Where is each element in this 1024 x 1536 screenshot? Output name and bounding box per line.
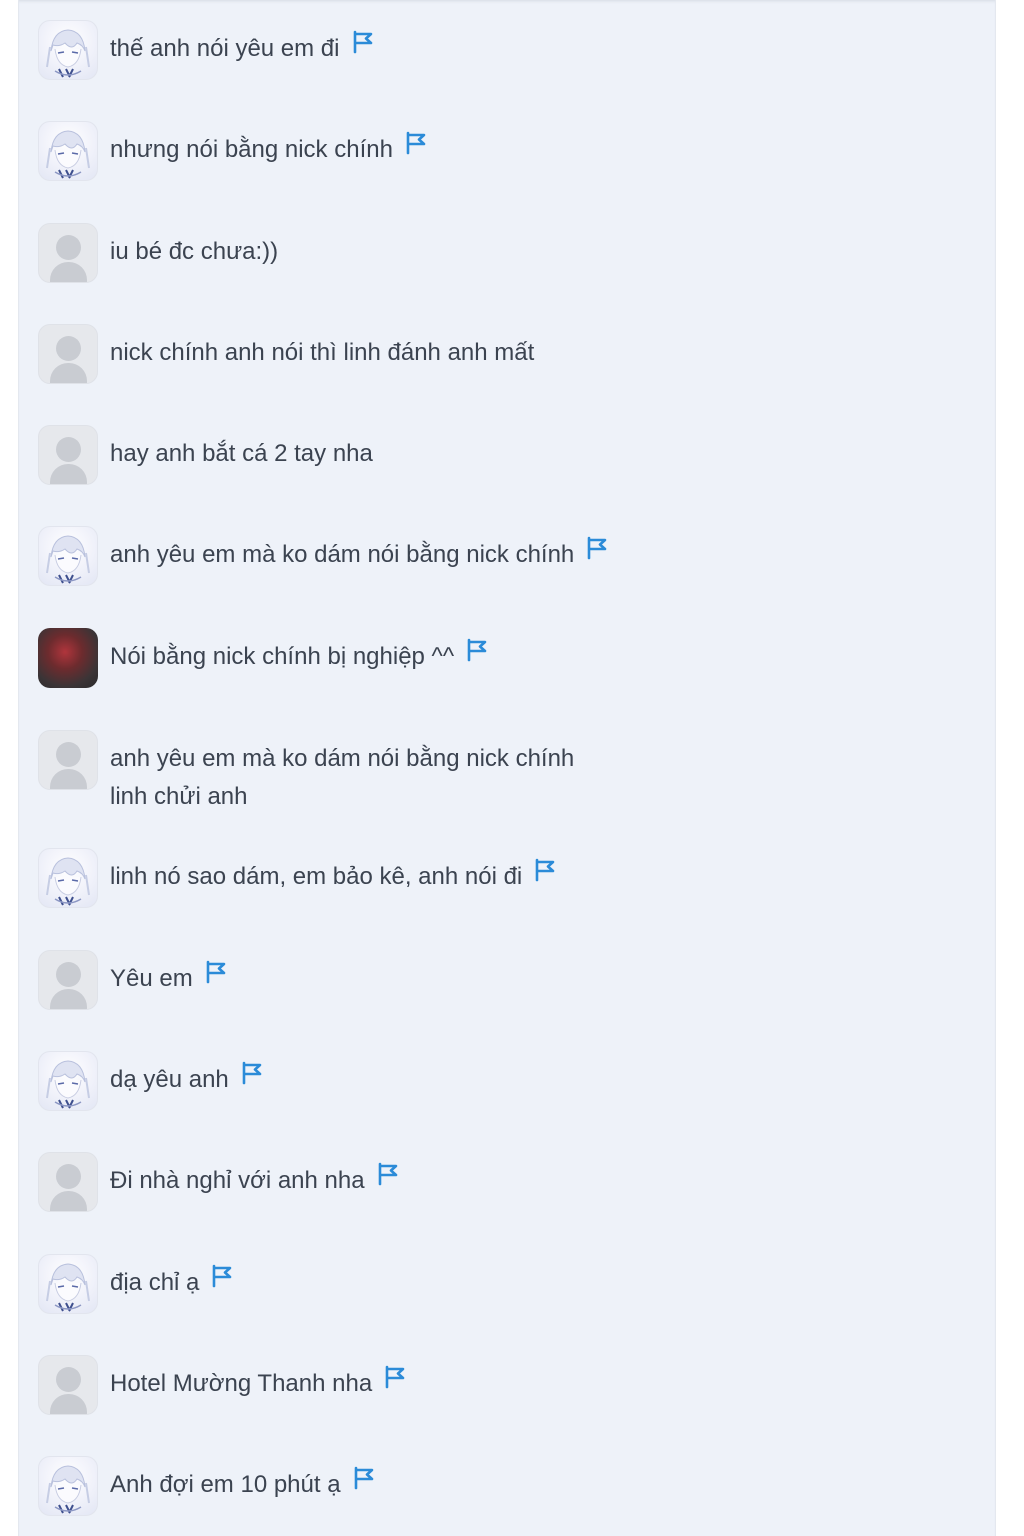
message-line: Đi nhà nghỉ với anh nha	[110, 1167, 365, 1194]
avatar[interactable]	[38, 20, 98, 80]
chat-message: Hotel Mường Thanh nha	[38, 1355, 406, 1417]
message-text: thế anh nói yêu em đi	[110, 30, 374, 68]
chat-message: thế anh nói yêu em đi	[38, 20, 374, 82]
message-text: Đi nhà nghỉ với anh nha	[110, 1162, 399, 1200]
chat-message: nhưng nói bằng nick chính	[38, 121, 427, 183]
avatar[interactable]	[38, 628, 98, 688]
default-avatar-user-icon[interactable]	[38, 1355, 98, 1415]
message-line: iu bé đc chưa:))	[110, 238, 279, 265]
flag-icon[interactable]	[466, 636, 488, 674]
message-text: Hotel Mường Thanh nha	[110, 1365, 406, 1403]
message-text: anh yêu em mà ko dám nói bằng nick chính…	[110, 740, 574, 816]
message-line: thế anh nói yêu em đi	[110, 35, 340, 62]
message-text: anh yêu em mà ko dám nói bằng nick chính	[110, 536, 608, 574]
message-text: nick chính anh nói thì linh đánh anh mất	[110, 334, 534, 372]
avatar[interactable]	[38, 848, 98, 908]
message-text: iu bé đc chưa:))	[110, 233, 278, 271]
flag-icon[interactable]	[384, 1363, 406, 1401]
flag-icon[interactable]	[353, 1464, 375, 1502]
flag-icon[interactable]	[377, 1160, 399, 1198]
flag-icon[interactable]	[534, 856, 556, 894]
chat-message: Nói bằng nick chính bị nghiệp ^^	[38, 628, 488, 690]
message-text: dạ yêu anh	[110, 1061, 263, 1099]
message-line: nhưng nói bằng nick chính	[110, 136, 393, 163]
chat-message: Anh đợi em 10 phút ạ	[38, 1456, 375, 1518]
message-text: Nói bằng nick chính bị nghiệp ^^	[110, 638, 488, 676]
chat-message: anh yêu em mà ko dám nói bằng nick chính	[38, 526, 608, 588]
message-line: hay anh bắt cá 2 tay nha	[110, 440, 373, 467]
chat-message: Đi nhà nghỉ với anh nha	[38, 1152, 399, 1214]
message-line: linh chửi anh	[110, 783, 248, 810]
avatar[interactable]	[38, 526, 98, 586]
chat-message: linh nó sao dám, em bảo kê, anh nói đi	[38, 848, 556, 910]
message-line: nick chính anh nói thì linh đánh anh mất	[110, 339, 535, 366]
chat-message: dạ yêu anh	[38, 1051, 263, 1113]
flag-icon[interactable]	[586, 534, 608, 572]
message-text: Yêu em	[110, 960, 227, 998]
default-avatar-user-icon[interactable]	[38, 730, 98, 790]
flag-icon[interactable]	[405, 129, 427, 167]
flag-icon[interactable]	[205, 958, 227, 996]
chat-message: hay anh bắt cá 2 tay nha	[38, 425, 373, 487]
chat-message: Yêu em	[38, 950, 227, 1012]
avatar[interactable]	[38, 121, 98, 181]
flag-icon[interactable]	[241, 1059, 263, 1097]
default-avatar-user-icon[interactable]	[38, 950, 98, 1010]
message-line: Nói bằng nick chính bị nghiệp ^^	[110, 643, 455, 670]
chat-message: iu bé đc chưa:))	[38, 223, 278, 285]
default-avatar-user-icon[interactable]	[38, 223, 98, 283]
message-line: anh yêu em mà ko dám nói bằng nick chính	[110, 541, 575, 568]
message-line: anh yêu em mà ko dám nói bằng nick chính	[110, 745, 575, 772]
avatar[interactable]	[38, 1051, 98, 1111]
default-avatar-user-icon[interactable]	[38, 425, 98, 485]
chat-message: địa chỉ ạ	[38, 1254, 233, 1316]
message-line: dạ yêu anh	[110, 1066, 229, 1093]
chat-message: nick chính anh nói thì linh đánh anh mất	[38, 324, 534, 386]
chat-message: anh yêu em mà ko dám nói bằng nick chính…	[38, 730, 574, 810]
message-text: linh nó sao dám, em bảo kê, anh nói đi	[110, 858, 556, 896]
avatar[interactable]	[38, 1456, 98, 1516]
avatar[interactable]	[38, 1254, 98, 1314]
message-line: Anh đợi em 10 phút ạ	[110, 1471, 341, 1498]
message-text: Anh đợi em 10 phút ạ	[110, 1466, 375, 1504]
flag-icon[interactable]	[211, 1262, 233, 1300]
message-text: hay anh bắt cá 2 tay nha	[110, 435, 373, 473]
message-text: nhưng nói bằng nick chính	[110, 131, 427, 169]
message-text: địa chỉ ạ	[110, 1264, 233, 1302]
flag-icon[interactable]	[352, 28, 374, 66]
default-avatar-user-icon[interactable]	[38, 324, 98, 384]
default-avatar-user-icon[interactable]	[38, 1152, 98, 1212]
message-line: linh nó sao dám, em bảo kê, anh nói đi	[110, 863, 523, 890]
message-line: địa chỉ ạ	[110, 1269, 200, 1296]
message-line: Hotel Mường Thanh nha	[110, 1370, 373, 1397]
message-line: Yêu em	[110, 965, 193, 992]
